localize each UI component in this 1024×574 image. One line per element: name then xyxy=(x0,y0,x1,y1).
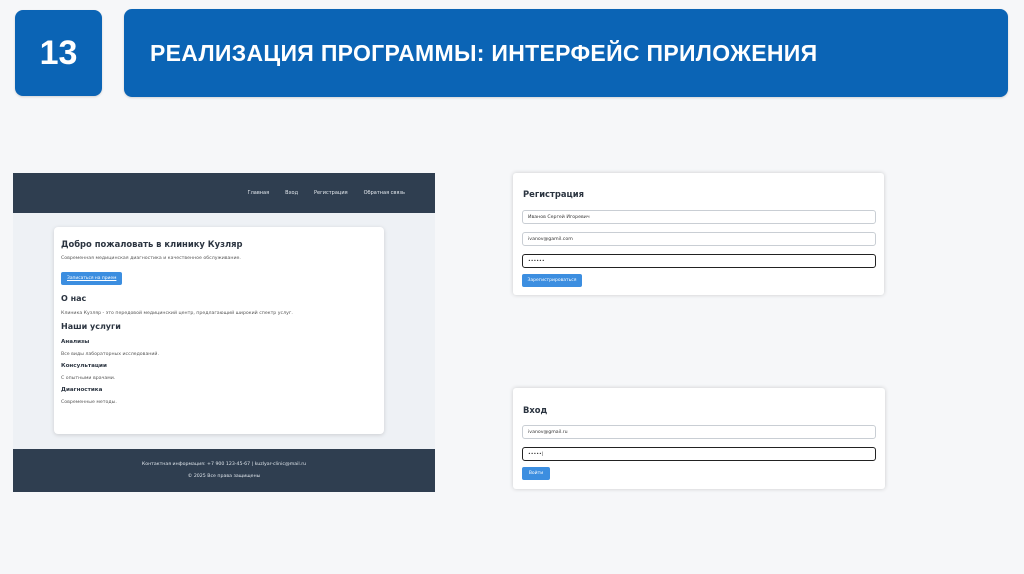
email-field[interactable]: ivanov@gamil.com xyxy=(522,232,876,246)
site-main-card: Добро пожаловать в клинику Кузляр Соврем… xyxy=(54,227,384,434)
nav-link-login[interactable]: Вход xyxy=(285,190,298,196)
footer-copyright: © 2025 Все права защищены xyxy=(187,474,261,479)
service-name: Консультации xyxy=(61,363,107,369)
slide-number: 13 xyxy=(15,10,102,96)
name-field[interactable]: Иванов Сергей Игоревич xyxy=(522,210,876,224)
password-field[interactable]: •••••| xyxy=(522,447,876,461)
welcome-text: Современная медицинская диагностика и ка… xyxy=(61,256,241,261)
site-navbar: Главная Вход Регистрация Обратная связь xyxy=(13,173,435,213)
service-name: Диагностика xyxy=(61,387,103,393)
nav-link-register[interactable]: Регистрация xyxy=(314,190,348,196)
site-footer: Контактная информация: +7 900 123-45-67 … xyxy=(13,449,435,492)
login-form: Вход ivanov@gmail.ru •••••| Войти xyxy=(513,388,885,489)
nav-link-feedback[interactable]: Обратная связь xyxy=(364,190,405,196)
website-screenshot: Главная Вход Регистрация Обратная связь … xyxy=(13,173,435,492)
login-button[interactable]: Войти xyxy=(522,467,550,480)
service-text: Все виды лабораторных исследований. xyxy=(61,352,159,357)
email-field[interactable]: ivanov@gmail.ru xyxy=(522,425,876,439)
registration-title: Регистрация xyxy=(523,189,584,199)
footer-contact: Контактная информация: +7 900 123-45-67 … xyxy=(141,462,307,467)
password-field[interactable]: •••••• xyxy=(522,254,876,268)
service-text: Современные методы. xyxy=(61,400,117,405)
login-title: Вход xyxy=(523,405,548,415)
registration-form: Регистрация Иванов Сергей Игоревич ivano… xyxy=(513,173,884,295)
appointment-button[interactable]: Записаться на прием xyxy=(61,272,123,285)
about-title: О нас xyxy=(61,294,87,303)
slide-title: РЕАЛИЗАЦИЯ ПРОГРАММЫ: ИНТЕРФЕЙС ПРИЛОЖЕН… xyxy=(124,9,1008,97)
register-button[interactable]: Зарегистрироваться xyxy=(522,274,582,287)
service-text: С опытными врачами. xyxy=(61,376,116,381)
welcome-title: Добро пожаловать в клинику Кузляр xyxy=(61,239,243,249)
service-name: Анализы xyxy=(61,339,90,345)
about-text: Клиника Кузляр - это передовой медицинск… xyxy=(61,311,293,316)
nav-link-home[interactable]: Главная xyxy=(248,190,270,196)
services-title: Наши услуги xyxy=(61,322,121,331)
